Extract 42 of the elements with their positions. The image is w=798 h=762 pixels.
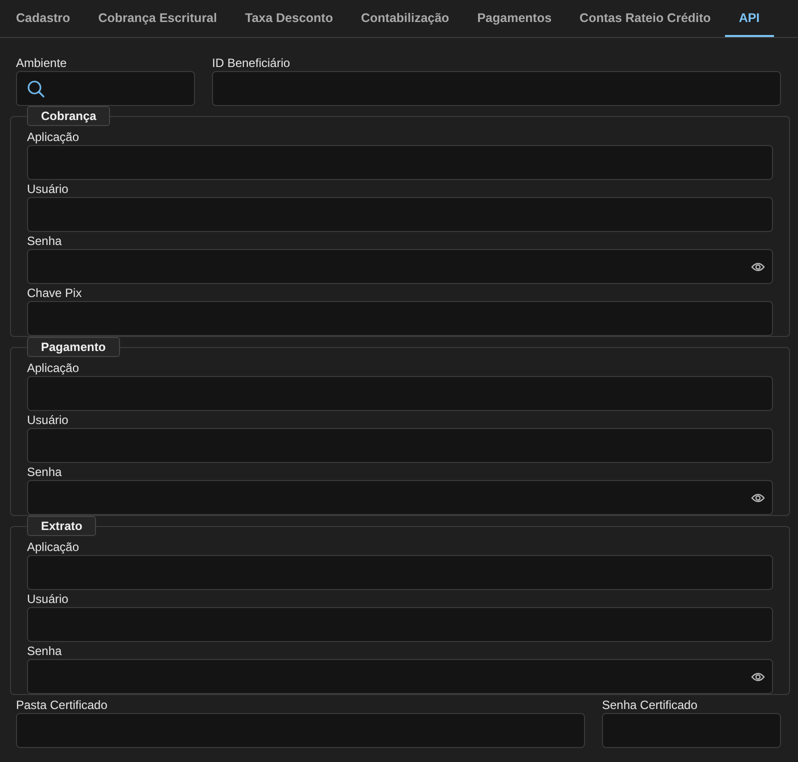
field-label: Aplicação: [27, 539, 80, 555]
input-field[interactable]: [27, 301, 773, 336]
field-label: Chave Pix: [27, 285, 82, 301]
field-label: Senha: [27, 233, 62, 249]
tab[interactable]: Cadastro: [2, 0, 84, 37]
tab[interactable]: Contabilização: [346, 0, 464, 37]
eye-icon[interactable]: [751, 492, 765, 502]
tab[interactable]: Taxa Desconto: [230, 0, 347, 37]
field-label: Usuário: [27, 412, 68, 428]
field-label: Senha: [27, 643, 62, 659]
search-icon[interactable]: [27, 80, 45, 98]
field-label: Usuário: [27, 181, 68, 197]
password-field[interactable]: [27, 249, 773, 284]
input-field[interactable]: [16, 713, 585, 748]
eye-icon[interactable]: [751, 262, 765, 272]
eye-icon[interactable]: [751, 672, 765, 682]
input-field[interactable]: [27, 197, 773, 232]
input-field[interactable]: [27, 607, 773, 642]
tab[interactable]: Pagamentos: [463, 0, 566, 37]
field-label: ID Beneficiário: [212, 55, 290, 71]
password-field[interactable]: [27, 659, 773, 694]
group-title: Cobrança: [27, 106, 110, 126]
field-label: Aplicação: [27, 129, 80, 145]
field-label: Pasta Certificado: [16, 697, 108, 713]
tab[interactable]: API: [724, 0, 774, 37]
password-field[interactable]: [27, 480, 773, 515]
input-field[interactable]: [602, 713, 781, 748]
field-label: Aplicação: [27, 360, 80, 376]
tab[interactable]: Cobrança Escritural: [84, 0, 231, 37]
field-label: Senha: [27, 464, 62, 480]
input-field[interactable]: [27, 145, 773, 180]
group-title: Extrato: [27, 516, 96, 536]
search-field[interactable]: [16, 71, 195, 106]
tab[interactable]: Contas Rateio Crédito: [566, 0, 725, 37]
input-field[interactable]: [212, 71, 781, 106]
input-field[interactable]: [27, 428, 773, 463]
field-label: Senha Certificado: [602, 697, 698, 713]
field-label: Usuário: [27, 591, 68, 607]
field-label: Ambiente: [16, 55, 67, 71]
input-field[interactable]: [27, 376, 773, 411]
group-title: Pagamento: [27, 337, 120, 357]
input-field[interactable]: [27, 555, 773, 590]
